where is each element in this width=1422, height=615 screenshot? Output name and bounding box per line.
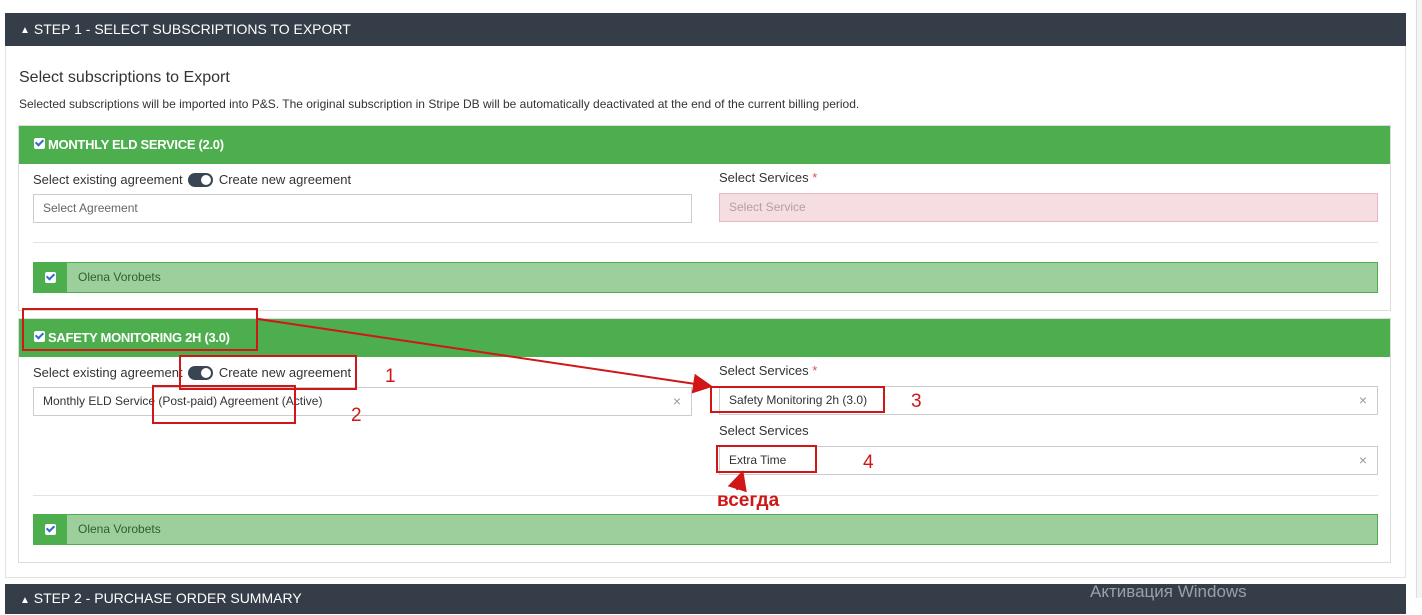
annotation-number-2: 2 — [351, 405, 362, 426]
annotation-number-3: 3 — [911, 391, 922, 412]
annotation-number-4: 4 — [863, 452, 874, 473]
arrow-to-extra — [727, 470, 747, 493]
annotation-number-1: 1 — [385, 366, 396, 387]
annotation-arrows — [257, 318, 747, 493]
scrollbar-edge[interactable] — [1416, 0, 1422, 598]
annotation-note: всегда — [717, 490, 780, 511]
windows-activation-watermark: Активация Windows — [1090, 582, 1247, 601]
chevron-up-icon: ▲ — [20, 595, 30, 606]
step-2-label: STEP 2 - PURCHASE ORDER SUMMARY — [33, 590, 302, 606]
arrow-to-service — [257, 318, 713, 394]
